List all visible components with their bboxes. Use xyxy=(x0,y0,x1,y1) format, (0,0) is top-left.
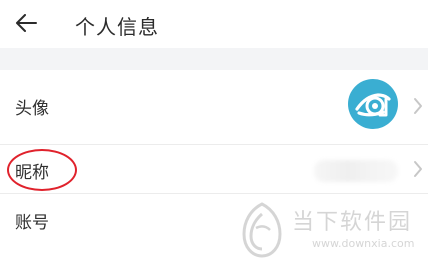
row-label-account: 账号 xyxy=(15,213,49,233)
nickname-value-blurred xyxy=(314,160,398,182)
app-header: 个人信息 xyxy=(0,0,428,48)
chevron-right-icon xyxy=(414,161,422,177)
watermark-brand-text: 当下软件园 xyxy=(292,210,413,235)
annotation-red-circle xyxy=(7,149,77,191)
back-button[interactable] xyxy=(10,8,42,38)
watermark-url-text: www.downxia.com xyxy=(312,237,415,250)
row-label-avatar: 头像 xyxy=(15,99,49,119)
arrow-left-icon xyxy=(16,14,37,32)
row-avatar[interactable]: 头像 xyxy=(0,70,428,144)
page-title: 个人信息 xyxy=(75,15,159,39)
section-gap xyxy=(0,48,428,70)
avatar[interactable] xyxy=(348,79,398,129)
downxia-logo-icon xyxy=(242,202,282,258)
chevron-right-icon xyxy=(414,98,422,114)
watermark: 当下软件园 www.downxia.com xyxy=(240,200,414,260)
stylized-eye-icon xyxy=(355,93,391,117)
